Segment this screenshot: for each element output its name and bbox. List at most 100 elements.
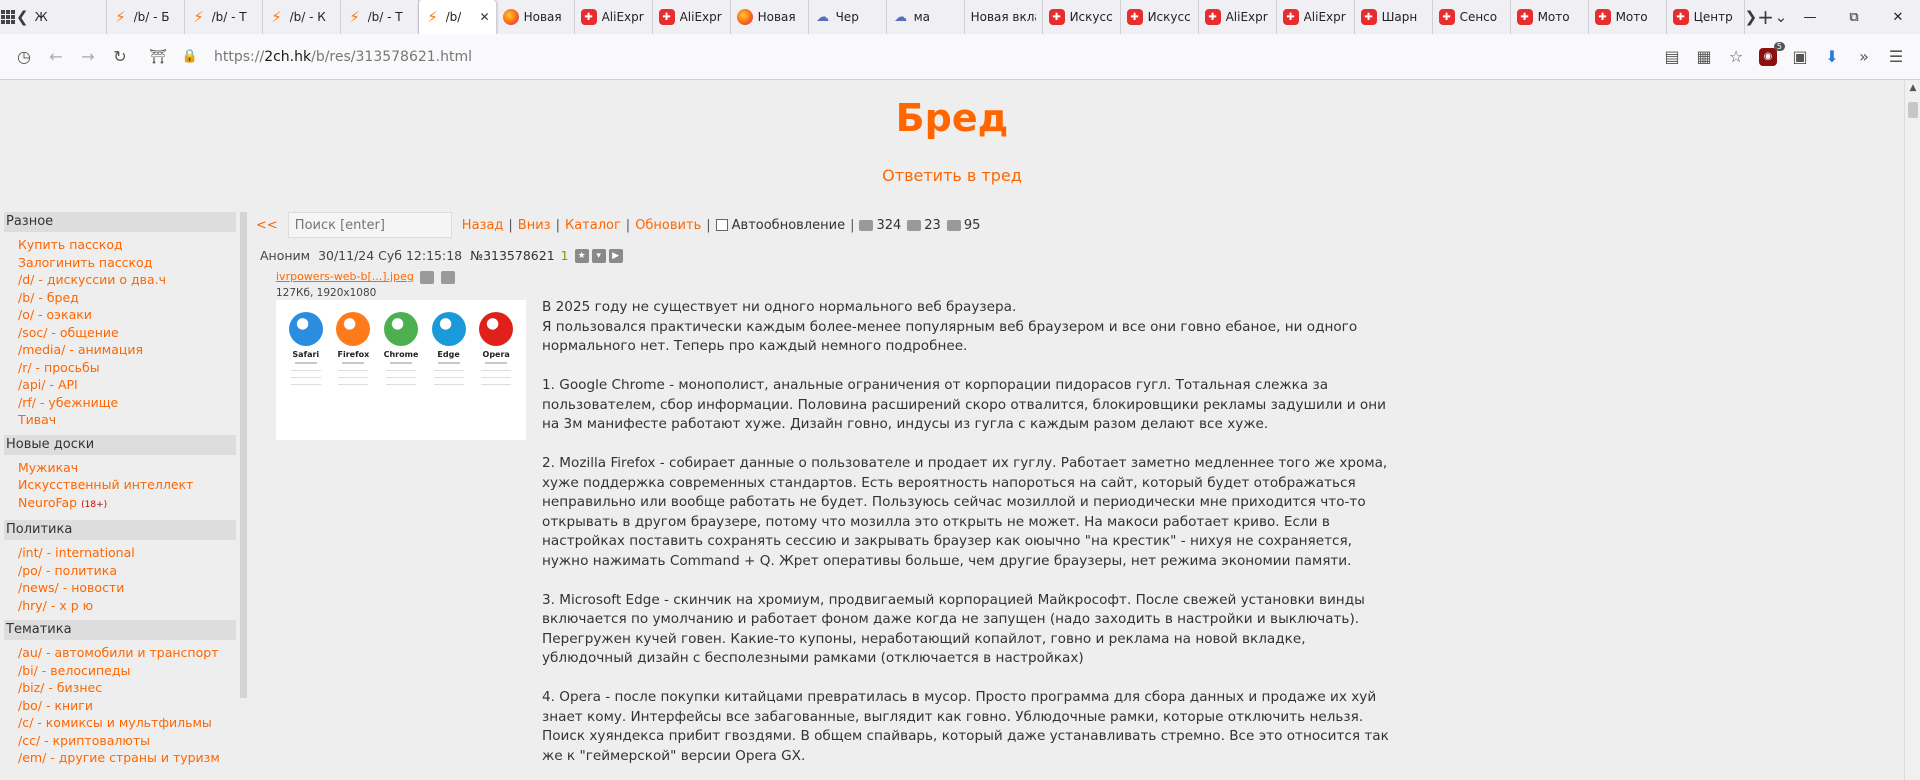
menu-link[interactable]: /b/ - бред: [18, 289, 236, 307]
refresh-link[interactable]: Обновить: [635, 218, 701, 233]
menu-link[interactable]: /po/ - политика: [18, 562, 236, 580]
browser-tab[interactable]: ☁ ма: [887, 0, 965, 34]
browser-tab[interactable]: ✚ Шарн: [1355, 0, 1433, 34]
browser-tab[interactable]: ✚ Мото: [1589, 0, 1667, 34]
reply-to-thread-link[interactable]: Ответить в тред: [0, 166, 1904, 185]
download-icon[interactable]: [440, 270, 455, 284]
scroll-tabs-left-icon[interactable]: ❮: [16, 0, 29, 34]
back-arrows-link[interactable]: <<: [256, 218, 278, 233]
menu-link[interactable]: /hry/ - х р ю: [18, 597, 236, 615]
post-number[interactable]: №313578621: [470, 248, 555, 263]
browser-tab[interactable]: ✚ Мото: [1511, 0, 1589, 34]
search-input[interactable]: [287, 212, 452, 238]
history-icon[interactable]: ◷: [8, 41, 40, 73]
menu-link[interactable]: Искусственный интеллект: [18, 476, 236, 494]
menu-link[interactable]: /media/ - анимация: [18, 341, 236, 359]
menu-link[interactable]: Тивач: [18, 411, 236, 429]
menu-link[interactable]: NeuroFap (18+): [18, 494, 236, 515]
qr-code-icon[interactable]: ▦: [1688, 41, 1720, 73]
sidebar-icon[interactable]: ▣: [1784, 41, 1816, 73]
scrollbar-thumb[interactable]: [1908, 102, 1918, 118]
menu-link[interactable]: /news/ - новости: [18, 579, 236, 597]
ublock-icon[interactable]: ◉ 5: [1752, 41, 1785, 73]
reader-view-icon[interactable]: ▤: [1656, 41, 1688, 73]
lock-icon[interactable]: 🔒: [174, 41, 206, 73]
list-all-tabs-icon[interactable]: ⌄: [1774, 0, 1788, 34]
downloads-icon[interactable]: ⬇: [1816, 41, 1848, 73]
menu-link[interactable]: Мужикач: [18, 459, 236, 477]
autoupdate-checkbox[interactable]: [715, 219, 728, 231]
browser-tab[interactable]: ✚ AliExpr: [575, 0, 653, 34]
search-image-icon[interactable]: [420, 270, 435, 284]
more-tools-icon[interactable]: »: [1848, 41, 1880, 73]
browser-tab[interactable]: Новая вкла: [965, 0, 1043, 34]
scroll-tabs-right-icon[interactable]: ❯: [1745, 0, 1758, 34]
browser-tab[interactable]: Ж: [29, 0, 107, 34]
address-bar[interactable]: ⛩ 🔒 https://2ch.hk/b/res/313578621.html: [142, 41, 1642, 73]
menu-link[interactable]: /int/ - international: [18, 544, 236, 562]
browser-tab[interactable]: ⚡ /b/ - К: [263, 0, 341, 34]
browser-tab[interactable]: Новая: [497, 0, 575, 34]
reload-icon[interactable]: ↻: [104, 41, 136, 73]
menu-link[interactable]: Купить пасскод: [18, 236, 236, 254]
browser-tab[interactable]: ✚ Искусс: [1043, 0, 1121, 34]
forward-icon[interactable]: →: [72, 41, 104, 73]
menu-link[interactable]: /d/ - дискуссии о два.ч: [18, 271, 236, 289]
scroll-up-icon[interactable]: ▲: [1905, 80, 1920, 96]
post-menu-icon[interactable]: ▾: [591, 248, 606, 263]
menu-link[interactable]: /api/ - API: [18, 376, 236, 394]
menu-link[interactable]: /bo/ - книги: [18, 697, 236, 715]
menu-link[interactable]: /cc/ - криптовалюты: [18, 732, 236, 750]
browser-tab[interactable]: ☁ Чер: [809, 0, 887, 34]
file-name-link[interactable]: ivrpowers-web-b[...].jpeg: [276, 270, 414, 283]
menu-section-title[interactable]: Новые доски: [4, 434, 236, 455]
close-window-icon[interactable]: ✕: [1876, 0, 1920, 34]
browser-tab[interactable]: ✚ AliExpr: [1277, 0, 1355, 34]
shield-icon[interactable]: ⛩: [142, 41, 174, 73]
back-icon[interactable]: ←: [40, 41, 72, 73]
restore-icon[interactable]: ⧉: [1832, 0, 1876, 34]
browser-tab[interactable]: ✚ Центр: [1667, 0, 1745, 34]
browser-tab[interactable]: ✚ AliExpr: [1199, 0, 1277, 34]
menu-link[interactable]: /o/ - оэкаки: [18, 306, 236, 324]
browser-tab[interactable]: ⚡ /b/ - Т: [185, 0, 263, 34]
menu-section-title[interactable]: Тематика: [4, 620, 236, 640]
apps-grid-icon[interactable]: [0, 0, 16, 34]
close-tab-icon[interactable]: ✕: [480, 10, 490, 24]
tab-list: Ж ⚡ /b/ - Б ⚡ /b/ - Т ⚡ /b/ - К ⚡ /b/ - Т ⚡ /b/ ✕ Но…: [29, 0, 1745, 34]
menu-section-title[interactable]: Разное: [4, 212, 236, 232]
down-link[interactable]: Вниз: [518, 218, 551, 233]
minimize-icon[interactable]: —: [1788, 0, 1832, 34]
reply-count[interactable]: 1: [561, 248, 569, 263]
menu-link[interactable]: /biz/ - бизнес: [18, 679, 236, 697]
menu-link[interactable]: /bi/ - велосипеды: [18, 662, 236, 680]
play-icon[interactable]: ▶: [608, 248, 623, 263]
menu-icon[interactable]: ☰: [1880, 41, 1912, 73]
menu-link[interactable]: /r/ - просьбы: [18, 359, 236, 377]
menu-link[interactable]: Залогинить пасскод: [18, 254, 236, 272]
favorite-star-icon[interactable]: ★: [574, 248, 589, 263]
menu-link[interactable]: /em/ - другие страны и туризм: [18, 749, 236, 767]
page-scrollbar[interactable]: ▲: [1904, 80, 1920, 780]
browser-tab[interactable]: ✚ AliExpr: [653, 0, 731, 34]
menu-link[interactable]: /au/ - автомобили и транспорт: [18, 644, 236, 662]
bolt-icon: ⚡: [271, 8, 282, 26]
post-image-thumbnail[interactable]: Safari Firefox Chrome Edge Opera: [276, 300, 526, 440]
tab-label: AliExpr: [1303, 10, 1346, 24]
browser-tab[interactable]: ✚ Искусс: [1121, 0, 1199, 34]
browser-tab[interactable]: ⚡ /b/ ✕: [418, 0, 497, 34]
browser-tab[interactable]: ⚡ /b/ - Т: [341, 0, 419, 34]
browser-tab[interactable]: ✚ Сенсо: [1433, 0, 1511, 34]
menu-scrollbar[interactable]: [240, 212, 247, 698]
menu-link[interactable]: /soc/ - общение: [18, 324, 236, 342]
menu-link[interactable]: /rf/ - убежнище: [18, 394, 236, 412]
menu-link[interactable]: /c/ - комиксы и мультфильмы: [18, 714, 236, 732]
browser-tab[interactable]: ⚡ /b/ - Б: [107, 0, 185, 34]
catalog-link[interactable]: Каталог: [565, 218, 621, 233]
back-link[interactable]: Назад: [462, 218, 504, 233]
browser-tab[interactable]: Новая: [731, 0, 809, 34]
new-tab-icon[interactable]: +: [1757, 0, 1774, 34]
bookmark-star-icon[interactable]: ☆: [1720, 41, 1752, 73]
url-text[interactable]: https://2ch.hk/b/res/313578621.html: [214, 49, 472, 65]
menu-section-title[interactable]: Политика: [4, 520, 236, 540]
